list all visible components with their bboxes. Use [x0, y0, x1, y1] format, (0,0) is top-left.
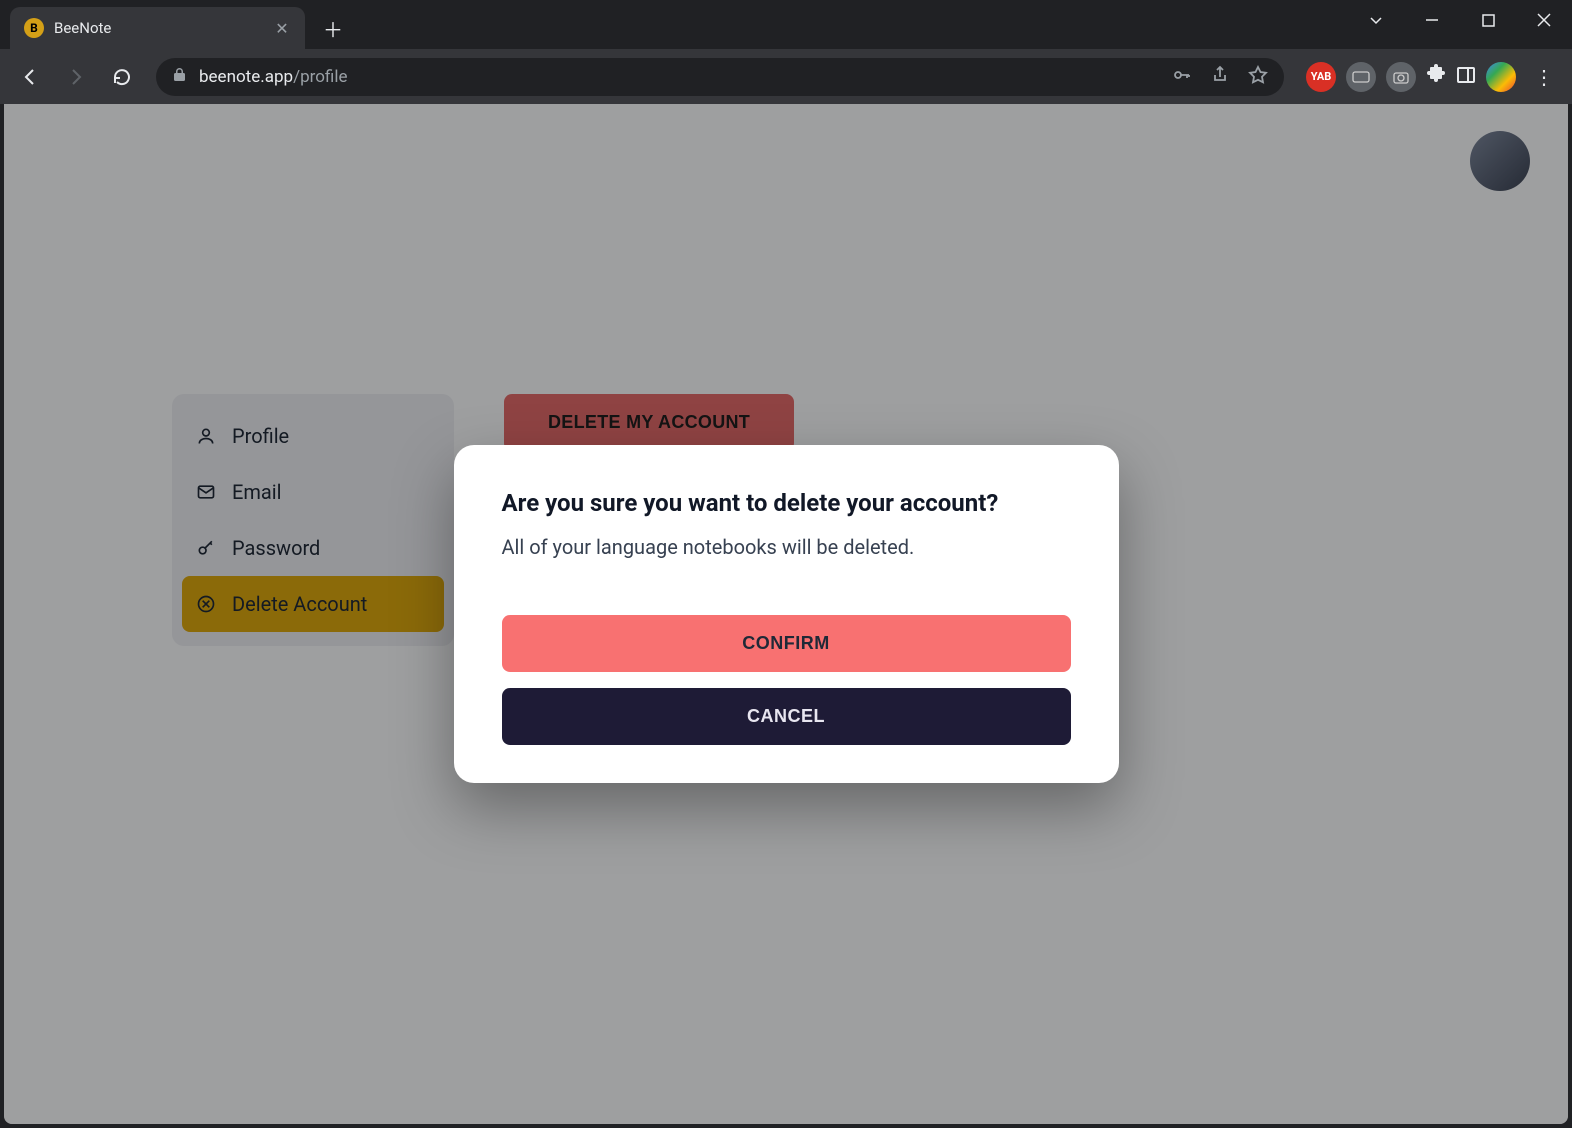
reload-button[interactable] — [102, 57, 142, 97]
minimize-icon[interactable] — [1404, 0, 1460, 40]
favicon-icon: B — [24, 18, 44, 38]
close-window-icon[interactable] — [1516, 0, 1572, 40]
share-icon[interactable] — [1210, 65, 1230, 89]
url-path: /profile — [293, 67, 347, 87]
browser-tab[interactable]: B BeeNote ✕ — [10, 7, 305, 49]
key-icon[interactable] — [1172, 65, 1192, 89]
page-content: Profile Email Password Delete Account DE… — [4, 104, 1568, 1124]
lock-icon — [172, 67, 187, 86]
url-domain: beenote.app — [199, 67, 293, 87]
tab-bar: B BeeNote ✕ ＋ — [0, 0, 1572, 49]
extension-camera-icon[interactable] — [1386, 62, 1416, 92]
confirm-button[interactable]: CONFIRM — [502, 615, 1071, 672]
extension-yab-icon[interactable]: YAB — [1306, 62, 1336, 92]
extensions-icon[interactable] — [1426, 64, 1446, 89]
window-controls — [1348, 0, 1572, 40]
extension-keyboard-icon[interactable] — [1346, 62, 1376, 92]
maximize-icon[interactable] — [1460, 0, 1516, 40]
modal-body: All of your language notebooks will be d… — [502, 535, 1071, 559]
cancel-button[interactable]: CANCEL — [502, 688, 1071, 745]
url-text: beenote.app/profile — [199, 67, 347, 87]
browser-menu-icon[interactable]: ⋮ — [1526, 65, 1562, 89]
browser-toolbar: beenote.app/profile YAB ⋮ — [0, 49, 1572, 104]
close-tab-icon[interactable]: ✕ — [273, 19, 291, 37]
back-button[interactable] — [10, 57, 50, 97]
address-bar-icons — [1172, 65, 1268, 89]
new-tab-button[interactable]: ＋ — [315, 10, 351, 46]
side-panel-icon[interactable] — [1456, 65, 1476, 89]
modal-overlay[interactable]: Are you sure you want to delete your acc… — [4, 104, 1568, 1124]
address-bar[interactable]: beenote.app/profile — [156, 58, 1284, 96]
forward-button[interactable] — [56, 57, 96, 97]
confirm-delete-modal: Are you sure you want to delete your acc… — [454, 445, 1119, 783]
star-icon[interactable] — [1248, 65, 1268, 89]
browser-chrome: B BeeNote ✕ ＋ beenote.app/profile — [0, 0, 1572, 104]
modal-title: Are you sure you want to delete your acc… — [502, 489, 1071, 517]
extension-icons: YAB ⋮ — [1306, 62, 1562, 92]
expand-tabs-icon[interactable] — [1348, 0, 1404, 40]
profile-avatar-icon[interactable] — [1486, 62, 1516, 92]
tab-title: BeeNote — [54, 19, 111, 37]
